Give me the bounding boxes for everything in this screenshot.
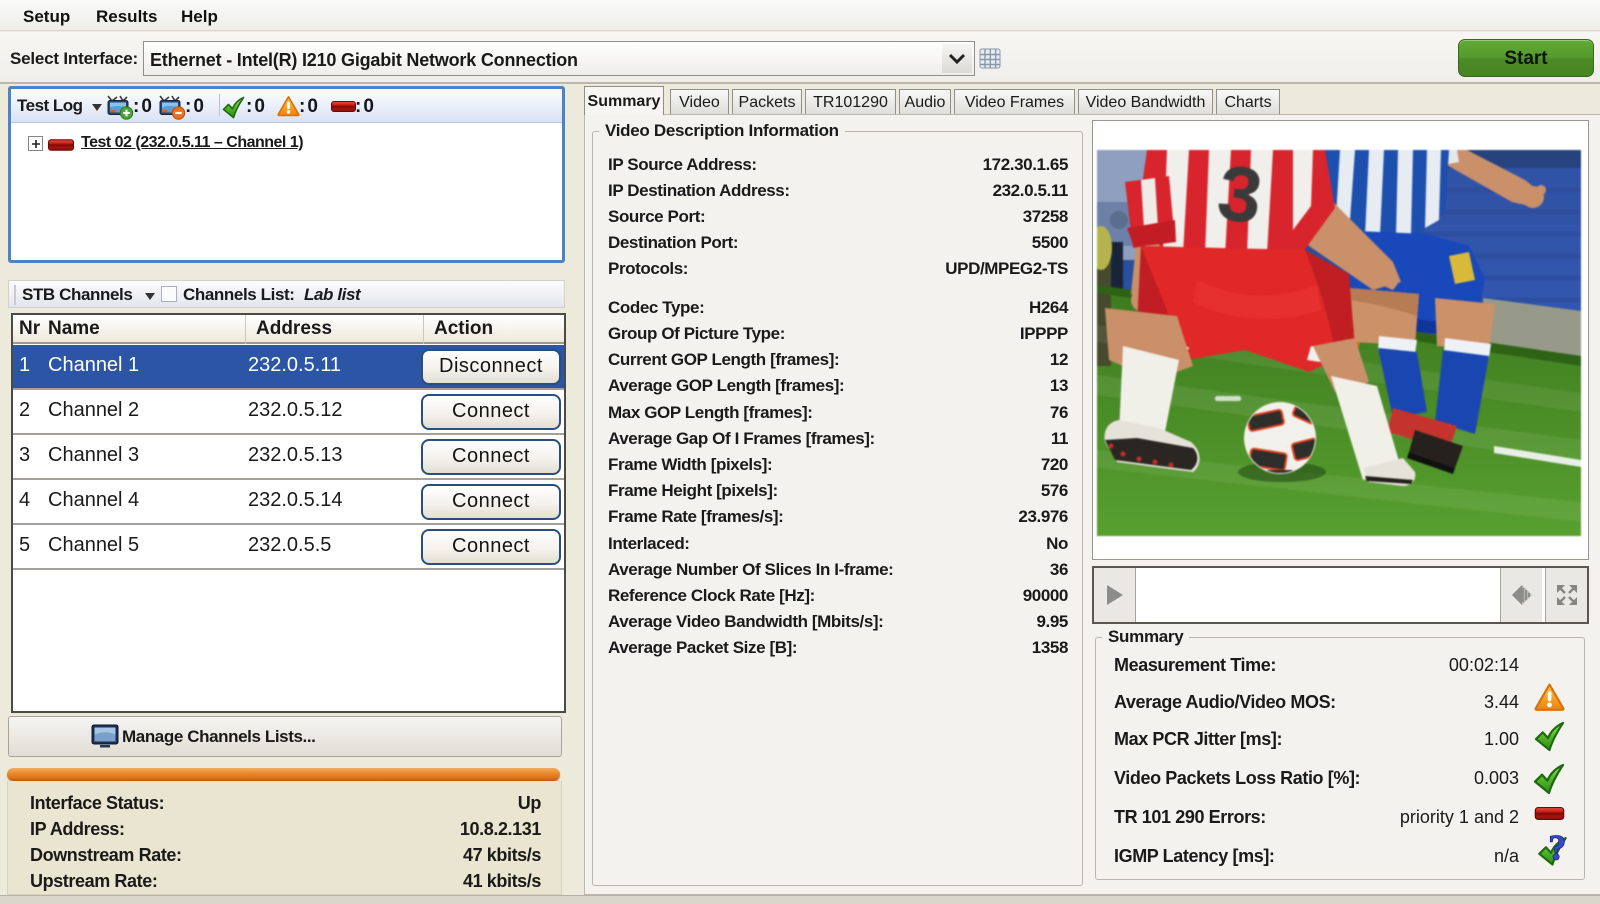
svg-text:?: ? bbox=[1548, 829, 1566, 867]
